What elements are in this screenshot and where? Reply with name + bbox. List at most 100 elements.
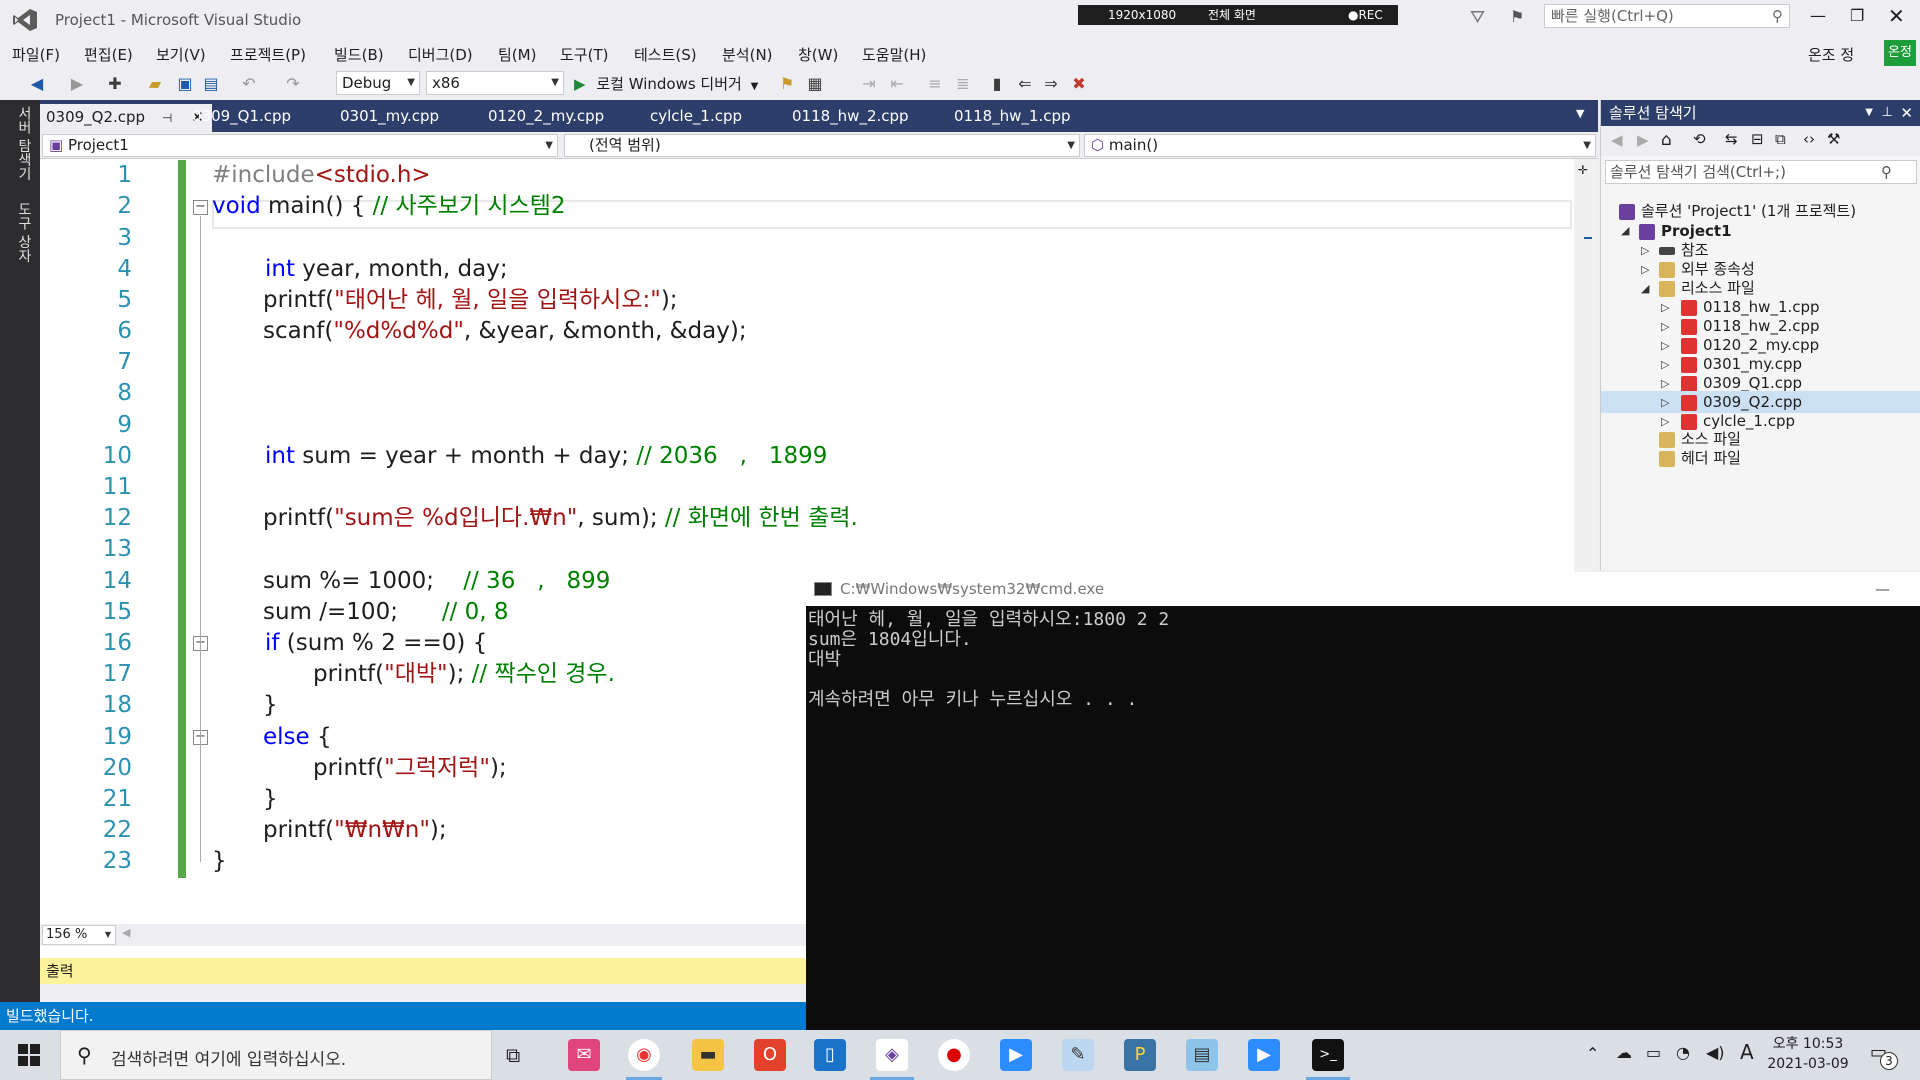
taskbar-search-box[interactable]: ⚲ 검색하려면 여기에 입력하십시오. — [60, 1030, 492, 1080]
collapsed-arrow-icon[interactable]: ▷ — [1641, 263, 1649, 276]
collapsed-arrow-icon[interactable]: ▷ — [1661, 358, 1669, 371]
menu-tools[interactable]: 도구(T) — [556, 42, 612, 67]
clock[interactable]: 오후 10:53 2021-03-09 — [1766, 1034, 1850, 1074]
menu-analyze[interactable]: 분석(N) — [718, 42, 777, 67]
tab-0301-my[interactable]: 0301_my.cpp — [340, 107, 439, 125]
sync-icon[interactable]: ⇆ — [1725, 130, 1738, 148]
scroll-left-icon[interactable]: ◀ — [122, 926, 130, 939]
ime-icon[interactable]: A — [1740, 1040, 1754, 1064]
member-dropdown[interactable]: ⬡ main() ▼ — [1084, 134, 1596, 157]
menu-build[interactable]: 빌드(B) — [330, 42, 388, 67]
menu-edit[interactable]: 편집(E) — [80, 42, 137, 67]
chrome-icon[interactable]: ◉ — [628, 1039, 660, 1071]
collapsed-arrow-icon[interactable]: ▷ — [1661, 301, 1669, 314]
collapse-all-icon[interactable]: ⊟ — [1751, 130, 1764, 148]
collapsed-arrow-icon[interactable]: ▷ — [1661, 320, 1669, 333]
server-explorer-tab[interactable]: 서버 탐색기 — [8, 106, 34, 180]
text-editor-icon[interactable]: ▯ — [814, 1039, 846, 1071]
collapsed-arrow-icon[interactable]: ▷ — [1661, 339, 1669, 352]
menu-test[interactable]: 테스트(S) — [630, 42, 701, 67]
project-dropdown[interactable]: ▣ Project1 ▼ — [42, 134, 558, 157]
taskbar-app-icon[interactable]: ✉ — [568, 1039, 600, 1071]
menu-view[interactable]: 보기(V) — [152, 42, 210, 67]
zoom-icon[interactable]: ▶ — [1000, 1039, 1032, 1071]
collapsed-arrow-icon[interactable]: ▷ — [1641, 244, 1649, 257]
office-icon[interactable]: O — [754, 1039, 786, 1071]
tree-header-files[interactable]: 헤더 파일 — [1659, 447, 1741, 469]
uncomment-icon[interactable]: ≣ — [952, 73, 974, 95]
clear-bookmarks-icon[interactable]: ✖ — [1068, 73, 1090, 95]
tree-solution[interactable]: 솔루션 'Project1' (1개 프로젝트) — [1619, 200, 1856, 222]
code-view-icon[interactable]: ‹› — [1803, 130, 1815, 148]
menu-team[interactable]: 팀(M) — [494, 42, 540, 67]
recorder-icon[interactable]: ● — [938, 1039, 970, 1071]
find-in-files-icon[interactable]: ⚑ — [776, 73, 798, 95]
feedback-icon[interactable]: ⚑ — [1510, 7, 1524, 26]
tab-0118-hw-1[interactable]: 0118_hw_1.cpp — [954, 107, 1071, 125]
chevron-down-icon[interactable]: ▼ — [1865, 100, 1873, 126]
undo-icon[interactable]: ↶ — [238, 73, 260, 95]
quick-launch-input[interactable]: 빠른 실행(Ctrl+Q) ⚲ — [1544, 4, 1790, 28]
pin-icon[interactable]: ⊣ — [162, 111, 172, 125]
save-icon[interactable]: ▣ — [174, 73, 196, 95]
tab-0120-2-my[interactable]: 0120_2_my.cpp — [488, 107, 604, 125]
collapsed-arrow-icon[interactable]: ▷ — [1661, 415, 1669, 428]
output-title-bar[interactable]: 출력 — [40, 958, 806, 984]
open-folder-icon[interactable]: ▰ — [144, 73, 166, 95]
solution-config-icon[interactable]: ▦ — [804, 73, 826, 95]
platform-select[interactable]: x86 ▼ — [426, 71, 564, 95]
battery-icon[interactable]: ▭ — [1646, 1043, 1661, 1062]
redo-icon[interactable]: ↷ — [282, 73, 304, 95]
minimize-button[interactable]: — — [1810, 6, 1826, 25]
console-title-bar[interactable]: C:₩Windows₩system32₩cmd.exe — — [806, 572, 1920, 606]
visual-studio-taskbar-icon[interactable]: ◈ — [876, 1039, 908, 1071]
user-name[interactable]: 온조 정 — [1808, 44, 1854, 65]
expanded-arrow-icon[interactable]: ◢ — [1621, 224, 1629, 237]
comment-icon[interactable]: ≡ — [924, 73, 946, 95]
tab-0309-q2[interactable]: 0309_Q2.cpp ⊣ ✕ — [40, 104, 212, 132]
close-button[interactable]: ✕ — [1888, 4, 1905, 28]
user-avatar[interactable]: 온정 — [1884, 40, 1916, 66]
onedrive-icon[interactable]: ☁ — [1616, 1043, 1632, 1062]
menu-window[interactable]: 창(W) — [794, 42, 842, 67]
step-out-icon[interactable]: ⇤ — [886, 73, 908, 95]
python-icon[interactable]: P — [1124, 1039, 1156, 1071]
forward-icon[interactable]: ▶ — [1637, 131, 1649, 149]
home-icon[interactable]: ⌂ — [1661, 130, 1672, 150]
tab-0309-q1[interactable]: 0309_Q1.cpp — [192, 107, 291, 125]
restore-button[interactable]: ❐ — [1850, 6, 1864, 25]
forward-icon[interactable]: ▶ — [66, 73, 88, 95]
collapse-main-icon[interactable]: − — [193, 200, 208, 215]
split-icon[interactable]: ✛ — [1578, 159, 1588, 178]
file-explorer-icon[interactable]: ▬ — [692, 1039, 724, 1071]
zoom-select[interactable]: 156 % ▼ — [42, 925, 116, 945]
expanded-arrow-icon[interactable]: ◢ — [1641, 282, 1649, 295]
console-window[interactable]: C:₩Windows₩system32₩cmd.exe — 태어난 헤, 월, … — [806, 572, 1920, 1030]
tab-0118-hw-2[interactable]: 0118_hw_2.cpp — [792, 107, 909, 125]
menu-help[interactable]: 도움말(H) — [858, 42, 930, 67]
tab-cylcle-1[interactable]: cylcle_1.cpp — [650, 107, 742, 125]
history-icon[interactable]: ⟲ — [1693, 130, 1706, 148]
minimize-button[interactable]: — — [1875, 572, 1890, 606]
show-hidden-icons[interactable]: ⌃ — [1586, 1044, 1599, 1063]
toolbox-tab[interactable]: 도구 상자 — [8, 202, 34, 262]
scope-dropdown[interactable]: (전역 범위) ▼ — [564, 134, 1080, 157]
wifi-icon[interactable]: ◔ — [1676, 1043, 1690, 1062]
show-all-files-icon[interactable]: ⧉ — [1775, 130, 1786, 148]
menu-project[interactable]: 프로젝트(P) — [226, 42, 310, 67]
volume-icon[interactable]: ◀) — [1706, 1043, 1725, 1062]
rec-label[interactable]: ●REC — [1348, 5, 1383, 25]
filter-icon[interactable]: ⛛ — [1470, 7, 1485, 28]
prev-bookmark-icon[interactable]: ⇐ — [1014, 73, 1036, 95]
task-view-icon[interactable]: ⧉ — [506, 1043, 520, 1067]
configuration-select[interactable]: Debug ▼ — [336, 71, 420, 95]
close-icon[interactable]: ✕ — [1900, 100, 1913, 126]
paint-icon[interactable]: ✎ — [1062, 1039, 1094, 1071]
start-debugger-button[interactable]: ▶ 로컬 Windows 디버거 ▼ — [574, 72, 758, 96]
cmd-taskbar-icon[interactable]: >_ — [1312, 1039, 1344, 1071]
solution-search-input[interactable]: 솔루션 탐색기 검색(Ctrl+;) ⚲ — [1605, 160, 1917, 184]
back-icon[interactable]: ◀ — [1611, 131, 1623, 149]
bookmark-icon[interactable]: ▮ — [986, 73, 1008, 95]
recorder-bar[interactable]: 1920x1080 전체 화면 ●REC — [1078, 5, 1398, 25]
next-bookmark-icon[interactable]: ⇒ — [1040, 73, 1062, 95]
